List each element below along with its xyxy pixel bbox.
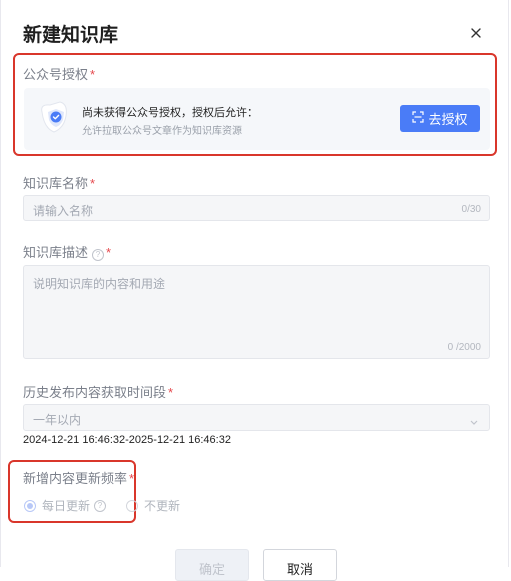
help-icon[interactable]: ? — [92, 249, 105, 261]
desc-placeholder: 说明知识库的内容和用途 — [33, 277, 166, 291]
frequency-label: 新增内容更新频率 * — [23, 471, 135, 486]
close-icon[interactable] — [467, 24, 485, 42]
period-label: 历史发布内容获取时间段 * — [23, 385, 174, 400]
desc-label: 知识库描述? * — [23, 245, 112, 261]
auth-title: 尚未获得公众号授权，授权后允许： — [82, 107, 258, 119]
radio-button-selected[interactable] — [24, 499, 36, 512]
authorize-button[interactable]: 去授权 — [400, 105, 480, 132]
dialog-title: 新建知识库 — [23, 25, 119, 46]
desc-char-count: 0 /2000 — [447, 342, 481, 353]
name-placeholder: 请输入名称 — [33, 204, 94, 218]
radio-daily-update[interactable]: 每日更新 ? — [24, 497, 107, 514]
scan-icon — [412, 111, 425, 126]
auth-subtitle: 允许拉取公众号文章作为知识库资源 — [82, 126, 242, 137]
auth-card: 尚未获得公众号授权，授权后允许： 允许拉取公众号文章作为知识库资源 去授权 — [24, 88, 490, 150]
period-selected-value: 一年以内 — [33, 413, 82, 427]
period-select[interactable]: 一年以内 — [23, 404, 490, 431]
authorize-button-label: 去授权 — [428, 112, 468, 127]
shield-icon — [38, 98, 74, 138]
help-icon[interactable]: ? — [94, 499, 107, 512]
period-date-range: 2024-12-21 16:46:32-2025-12-21 16:46:32 — [23, 434, 231, 446]
radio-no-update-label: 不更新 — [144, 499, 181, 513]
create-knowledge-base-dialog: 新建知识库 公众号授权 * 尚未获得公众号授权，授权后允许： 允许拉取公众号文章作… — [0, 0, 509, 581]
auth-label: 公众号授权 * — [23, 67, 96, 82]
confirm-button[interactable]: 确定 — [175, 549, 249, 581]
chevron-down-icon — [469, 414, 479, 432]
radio-button[interactable] — [126, 499, 138, 512]
description-textarea[interactable]: 说明知识库的内容和用途 0 /2000 — [23, 265, 490, 359]
name-input[interactable]: 请输入名称 0/30 — [23, 195, 490, 221]
radio-no-update[interactable]: 不更新 — [126, 497, 180, 514]
name-char-count: 0/30 — [461, 204, 481, 215]
radio-daily-label: 每日更新 — [42, 499, 91, 513]
name-label: 知识库名称 * — [23, 176, 96, 191]
cancel-button[interactable]: 取消 — [263, 549, 337, 581]
